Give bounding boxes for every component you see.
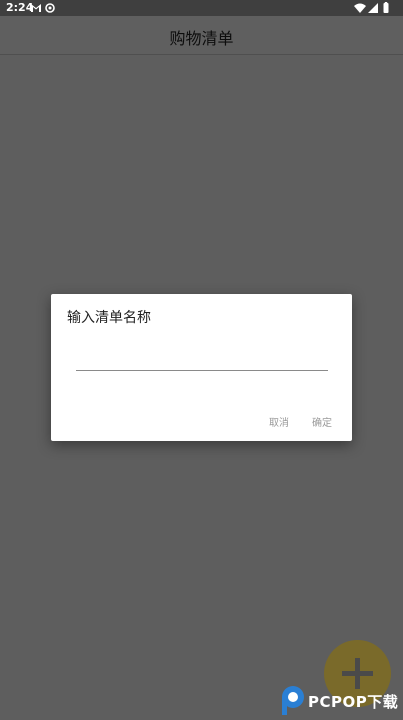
watermark-text: PCPOP下载 xyxy=(308,693,399,711)
ok-button[interactable]: 确定 xyxy=(308,412,336,431)
status-bar: 2:24 xyxy=(0,0,403,16)
dialog-title: 输入清单名称 xyxy=(67,310,151,326)
gmail-icon xyxy=(31,4,41,12)
page-title: 购物清单 xyxy=(169,29,234,48)
battery-icon xyxy=(383,2,389,13)
cancel-button[interactable]: 取消 xyxy=(265,412,293,431)
settings-icon xyxy=(45,3,55,13)
watermark: PCPOP下载 xyxy=(280,684,400,716)
list-name-input[interactable] xyxy=(76,346,328,371)
pcpop-logo-icon xyxy=(282,686,304,715)
wifi-icon xyxy=(354,3,366,13)
signal-icon xyxy=(368,3,378,13)
list-name-dialog: 输入清单名称 取消 确定 xyxy=(51,294,352,441)
app-bar: 购物清单 xyxy=(0,16,403,55)
